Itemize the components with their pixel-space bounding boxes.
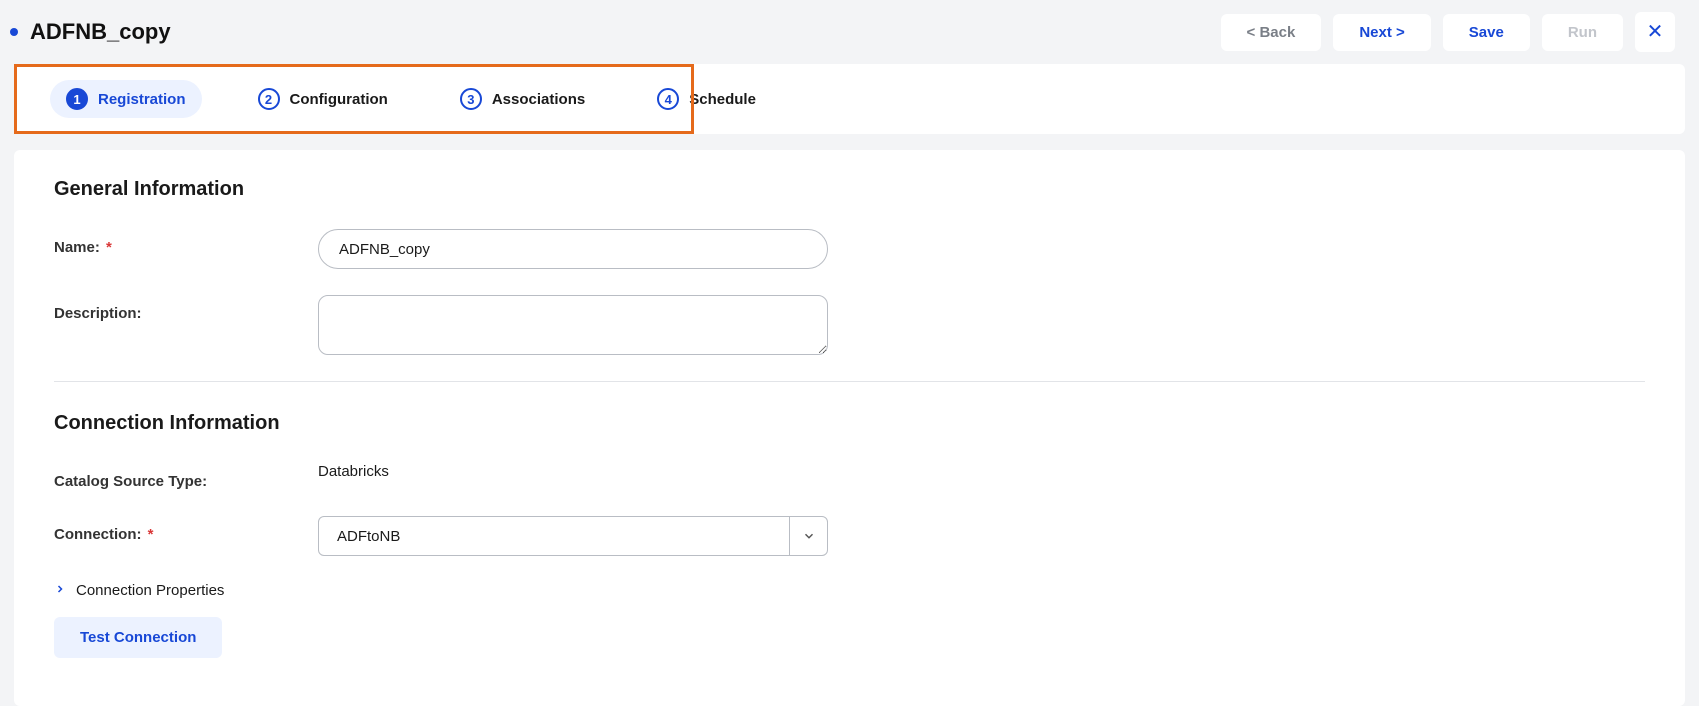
step-number-icon: 2	[258, 88, 280, 110]
label-text: Connection:	[54, 526, 142, 543]
step-schedule[interactable]: 4 Schedule	[641, 80, 772, 118]
section-title-general: General Information	[54, 178, 1645, 201]
step-associations[interactable]: 3 Associations	[444, 80, 601, 118]
stepper: 1 Registration 2 Configuration 3 Associa…	[14, 64, 1685, 134]
close-icon: ✕	[1647, 22, 1664, 42]
step-configuration[interactable]: 2 Configuration	[242, 80, 404, 118]
description-textarea[interactable]	[318, 295, 828, 355]
expander-label: Connection Properties	[76, 582, 224, 599]
form-row-description: Description:	[54, 295, 1645, 355]
step-label: Associations	[492, 91, 585, 108]
required-marker: *	[148, 526, 154, 543]
section-title-connection: Connection Information	[54, 412, 1645, 435]
label-text: Name:	[54, 239, 100, 256]
source-type-value: Databricks	[318, 463, 389, 480]
name-label: Name: *	[54, 229, 318, 256]
section-divider	[54, 381, 1645, 382]
run-button: Run	[1542, 14, 1623, 51]
name-input[interactable]	[318, 229, 828, 269]
form-row-connection: Connection: * ADFtoNB	[54, 516, 1645, 556]
connection-label: Connection: *	[54, 516, 318, 543]
form-row-source-type: Catalog Source Type: Databricks	[54, 463, 1645, 490]
connection-select[interactable]: ADFtoNB	[318, 516, 828, 556]
page-header: ADFNB_copy < Back Next > Save Run ✕	[0, 0, 1699, 64]
content-card: General Information Name: * Description:…	[14, 150, 1685, 706]
next-button[interactable]: Next >	[1333, 14, 1430, 51]
step-label: Schedule	[689, 91, 756, 108]
step-label: Registration	[98, 91, 186, 108]
step-number-icon: 1	[66, 88, 88, 110]
step-number-icon: 3	[460, 88, 482, 110]
test-connection-button[interactable]: Test Connection	[54, 617, 222, 658]
page-title: ADFNB_copy	[30, 19, 171, 45]
connection-properties-expander[interactable]: Connection Properties	[54, 582, 1645, 599]
step-label: Configuration	[290, 91, 388, 108]
connection-select-value: ADFtoNB	[319, 528, 789, 545]
step-number-icon: 4	[657, 88, 679, 110]
save-button[interactable]: Save	[1443, 14, 1530, 51]
chevron-down-icon	[789, 517, 827, 555]
source-type-label: Catalog Source Type:	[54, 463, 318, 490]
stepper-card: 1 Registration 2 Configuration 3 Associa…	[14, 64, 1685, 134]
header-actions: < Back Next > Save Run ✕	[1221, 12, 1675, 52]
description-label: Description:	[54, 295, 318, 322]
title-wrap: ADFNB_copy	[10, 19, 171, 45]
back-button[interactable]: < Back	[1221, 14, 1322, 51]
step-registration[interactable]: 1 Registration	[50, 80, 202, 118]
chevron-right-icon	[54, 582, 66, 599]
close-button[interactable]: ✕	[1635, 12, 1675, 52]
unsaved-indicator-icon	[10, 28, 18, 36]
form-row-name: Name: *	[54, 229, 1645, 269]
required-marker: *	[106, 239, 112, 256]
